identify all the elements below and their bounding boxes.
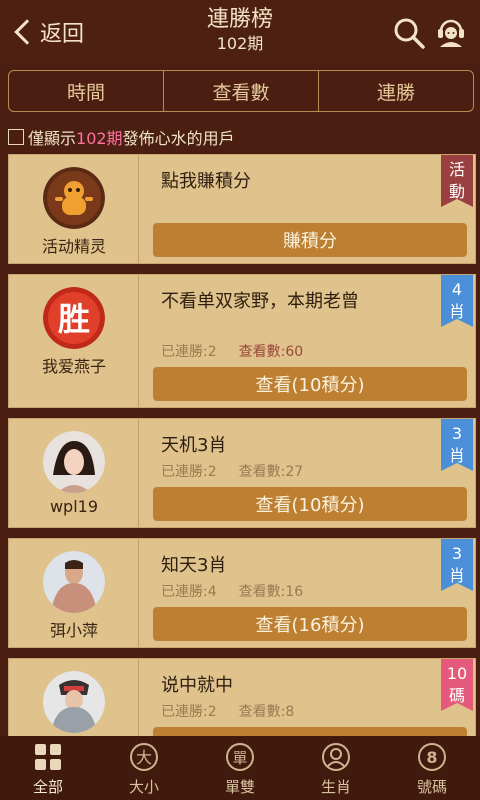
top-bar: 返回 連勝榜 102期 (0, 0, 480, 64)
category-badge: 3 肖 (441, 419, 473, 471)
user-panel: 活动精灵 (9, 155, 139, 263)
period-filter-checkbox[interactable] (8, 129, 24, 145)
avatar[interactable] (43, 671, 105, 733)
grid-icon (35, 744, 61, 770)
user-photo-icon (43, 671, 105, 733)
post-title: 不看单双家野，本期老曾 (161, 291, 359, 312)
user-photo-icon (43, 431, 105, 493)
streak-count: 已連勝:4 (161, 584, 217, 600)
page-title-group: 連勝榜 102期 (140, 6, 340, 54)
filter-period: 102期 (76, 129, 123, 148)
page-title: 連勝榜 (206, 7, 273, 32)
zodiac-icon (322, 743, 350, 771)
user-panel: wpl19 (9, 419, 139, 527)
sort-tabs: 時間 查看數 連勝 (8, 70, 474, 112)
username: 我爱燕子 (41, 357, 106, 376)
period-filter[interactable]: 僅顯示 102期 發佈心水的用戶 (8, 126, 235, 148)
list-item: 说中就中 已連勝:2 查看數:8 10 碼 (8, 658, 476, 736)
user-panel (9, 659, 139, 736)
streak-count: 已連勝:2 (161, 464, 217, 480)
view-post-button[interactable]: 查看(10積分) (153, 487, 467, 521)
post-title: 知天3肖 (161, 555, 227, 576)
victory-avatar-icon: 胜 (43, 287, 105, 349)
nav-label: 全部 (32, 778, 63, 796)
view-count: 查看數:8 (238, 704, 295, 720)
nav-label: 單雙 (224, 778, 255, 796)
bottom-nav: 全部 大 大小 單 單雙 生肖 8 號碼 (0, 736, 480, 800)
chevron-left-icon (14, 19, 40, 45)
post-title: 天机3肖 (161, 435, 227, 456)
da-circle-icon: 大 (130, 743, 158, 771)
nav-all[interactable]: 全部 (0, 736, 96, 800)
avatar[interactable]: 胜 (43, 287, 105, 349)
post-title: 说中就中 (161, 675, 233, 696)
back-label: 返回 (40, 22, 85, 47)
category-badge: 活 動 (441, 155, 473, 207)
post-stats: 已連勝:2 查看數:8 (161, 701, 294, 721)
username: 弭小萍 (49, 621, 98, 640)
view-count: 查看數:60 (238, 344, 304, 360)
list-item: wpl19 天机3肖 已連勝:2 查看數:27 查看(10積分) 3 肖 (8, 418, 476, 528)
earn-points-button[interactable]: 賺積分 (153, 223, 467, 257)
streak-list: 活动精灵 點我賺積分 賺積分 活 動 胜 我爱燕子 不看单双家野，本期老曾 已連… (8, 154, 476, 736)
svg-text:單: 單 (232, 749, 247, 767)
view-post-button[interactable]: 查看(10積分) (153, 367, 467, 401)
svg-text:胜: 胜 (58, 300, 90, 338)
streak-count: 已連勝:2 (161, 344, 217, 360)
user-photo-icon (43, 551, 105, 613)
nav-label: 號碼 (416, 778, 447, 796)
category-badge: 10 碼 (441, 659, 473, 711)
nav-odd-even[interactable]: 單 單雙 (192, 736, 288, 800)
dan-circle-icon: 單 (226, 743, 254, 771)
list-item: 活动精灵 點我賺積分 賺積分 活 動 (8, 154, 476, 264)
post-stats: 已連勝:2 查看數:27 (161, 461, 303, 481)
avatar[interactable] (43, 551, 105, 613)
post-stats: 已連勝:2 查看數:60 (161, 341, 303, 361)
post-stats: 已連勝:4 查看數:16 (161, 581, 303, 601)
username: wpl19 (49, 497, 99, 516)
view-count: 查看數:16 (238, 584, 304, 600)
list-item: 弭小萍 知天3肖 已連勝:4 查看數:16 查看(16積分) 3 肖 (8, 538, 476, 648)
view-post-button[interactable] (153, 727, 467, 736)
customer-service-icon[interactable] (436, 16, 466, 48)
tab-views[interactable]: 查看數 (164, 71, 319, 111)
category-badge: 4 肖 (441, 275, 473, 327)
username: 活动精灵 (41, 237, 106, 256)
svg-text:8: 8 (426, 748, 437, 767)
avatar[interactable] (43, 167, 105, 229)
nav-size[interactable]: 大 大小 (96, 736, 192, 800)
post-title: 點我賺積分 (161, 171, 251, 192)
nav-label: 生肖 (320, 778, 351, 796)
view-post-button[interactable]: 查看(16積分) (153, 607, 467, 641)
user-panel: 弭小萍 (9, 539, 139, 647)
number-8-icon: 8 (418, 743, 446, 771)
user-panel: 胜 我爱燕子 (9, 275, 139, 407)
sprite-avatar-icon (43, 167, 105, 229)
page-subtitle: 102期 (216, 34, 264, 53)
category-badge: 3 肖 (441, 539, 473, 591)
streak-count: 已連勝:2 (161, 704, 217, 720)
view-count: 查看數:27 (238, 464, 304, 480)
list-item: 胜 我爱燕子 不看单双家野，本期老曾 已連勝:2 查看數:60 查看(10積分)… (8, 274, 476, 408)
search-icon[interactable] (392, 16, 426, 50)
nav-label: 大小 (128, 778, 159, 796)
nav-zodiac[interactable]: 生肖 (288, 736, 384, 800)
nav-number[interactable]: 8 號碼 (384, 736, 480, 800)
filter-suffix: 發佈心水的用戶 (122, 129, 235, 148)
avatar[interactable] (43, 431, 105, 493)
tab-streak[interactable]: 連勝 (319, 71, 473, 111)
svg-text:大: 大 (136, 748, 152, 767)
back-button[interactable]: 返回 (10, 16, 84, 48)
tab-time[interactable]: 時間 (9, 71, 164, 111)
filter-prefix: 僅顯示 (28, 129, 77, 148)
